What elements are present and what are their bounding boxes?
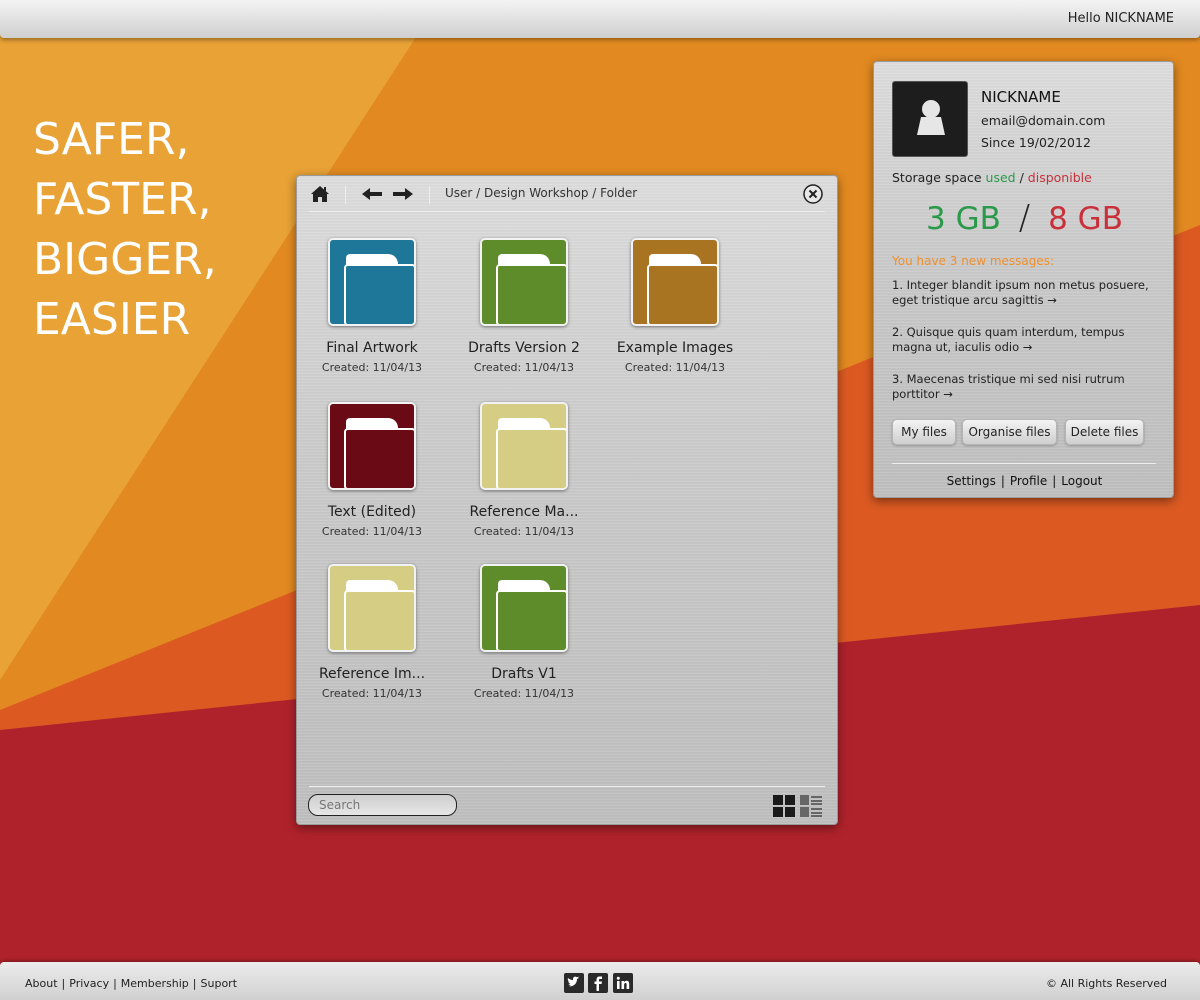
folder-name: Reference Im...	[318, 666, 426, 682]
toolbar-divider	[345, 186, 346, 204]
toolbar-divider-line	[309, 211, 825, 212]
slogan-line: SAFER,	[33, 114, 190, 165]
profile-email: email@domain.com	[981, 113, 1106, 128]
copyright: © All Rights Reserved	[1045, 977, 1167, 990]
folder-date: Created: 11/04/13	[321, 687, 423, 700]
storage-total-value: 8 GB	[1048, 201, 1123, 237]
folder-item[interactable]: Reference Ma... Created: 11/04/13	[449, 402, 599, 538]
folder-icon	[631, 238, 719, 326]
folder-icon	[480, 402, 568, 490]
folder-name: Final Artwork	[326, 340, 418, 356]
user-icon	[917, 100, 945, 135]
folder-name: Drafts V1	[491, 666, 557, 682]
folder-date: Created: 11/04/13	[473, 361, 575, 374]
arrow-right-icon[interactable]	[393, 188, 413, 200]
folder-icon	[328, 238, 416, 326]
folder-item[interactable]: Text (Edited) Created: 11/04/13	[297, 402, 447, 538]
folder-icon	[480, 564, 568, 652]
message-item[interactable]: 1. Integer blandit ipsum non metus posue…	[892, 278, 1162, 308]
folder-icon	[480, 238, 568, 326]
greeting: Hello NICKNAME	[1067, 11, 1174, 26]
profile-divider	[892, 463, 1156, 464]
toolbar-divider	[429, 186, 430, 204]
explorer-toolbar: User / Design Workshop / Folder	[297, 176, 837, 212]
arrow-left-icon[interactable]	[362, 188, 382, 200]
folder-date: Created: 11/04/13	[321, 361, 423, 374]
breadcrumb[interactable]: User / Design Workshop / Folder	[445, 186, 637, 200]
file-explorer-window: User / Design Workshop / Folder Final Ar…	[296, 175, 838, 825]
message-item[interactable]: 3. Maecenas tristique mi sed nisi rutrum…	[892, 372, 1162, 402]
storage-disponible-label: disponible	[1027, 170, 1092, 185]
storage-separator: /	[1019, 170, 1024, 185]
slogan-line: BIGGER,	[33, 234, 217, 285]
support-link[interactable]: Suport	[201, 977, 238, 990]
top-bar: Hello NICKNAME	[0, 0, 1200, 38]
profile-links: Settings | Profile | Logout	[946, 474, 1103, 488]
folder-item[interactable]: Drafts V1 Created: 11/04/13	[449, 564, 599, 700]
twitter-icon[interactable]	[564, 973, 584, 993]
folder-name: Drafts Version 2	[468, 340, 580, 356]
storage-label: Storage space	[892, 170, 982, 185]
folder-date: Created: 11/04/13	[473, 687, 575, 700]
home-icon[interactable]	[311, 186, 329, 202]
storage-used-value: 3 GB	[926, 201, 1001, 237]
privacy-link[interactable]: Privacy	[69, 977, 109, 990]
delete-files-button[interactable]: Delete files	[1065, 419, 1144, 445]
avatar[interactable]	[892, 81, 968, 157]
storage-slash: /	[1018, 198, 1031, 238]
folder-item[interactable]: Drafts Version 2 Created: 11/04/13	[449, 238, 599, 374]
about-link[interactable]: About	[25, 977, 58, 990]
settings-link[interactable]: Settings	[947, 474, 996, 488]
folder-item[interactable]: Example Images Created: 11/04/13	[600, 238, 750, 374]
folder-name: Text (Edited)	[327, 504, 417, 520]
storage-meter: 3 GB / 8 GB	[874, 198, 1175, 238]
folder-item[interactable]: Final Artwork Created: 11/04/13	[297, 238, 447, 374]
storage-used-label: used	[985, 170, 1016, 185]
folder-date: Created: 11/04/13	[321, 525, 423, 538]
organise-files-button[interactable]: Organise files	[962, 419, 1057, 445]
folder-icon	[328, 402, 416, 490]
message-item[interactable]: 2. Quisque quis quam interdum, tempus ma…	[892, 325, 1162, 355]
my-files-button[interactable]: My files	[892, 419, 956, 445]
footer-links: About | Privacy | Membership | Suport	[25, 977, 238, 990]
profile-nickname: NICKNAME	[981, 88, 1061, 106]
logout-link[interactable]: Logout	[1061, 474, 1102, 488]
profile-since: Since 19/02/2012	[981, 135, 1091, 150]
new-messages-heading: You have 3 new messages:	[892, 254, 1055, 268]
folder-date: Created: 11/04/13	[624, 361, 726, 374]
bottom-divider-line	[309, 786, 825, 787]
folder-icon	[328, 564, 416, 652]
profile-link[interactable]: Profile	[1010, 474, 1047, 488]
footer: About | Privacy | Membership | Suport © All Ri…	[0, 962, 1200, 1000]
grid-view-icon[interactable]	[773, 795, 795, 817]
folder-item[interactable]: Reference Im... Created: 11/04/13	[297, 564, 447, 700]
search-input[interactable]	[308, 794, 457, 816]
slogan-line: FASTER,	[33, 174, 212, 225]
facebook-icon[interactable]	[588, 973, 608, 993]
linkedin-icon[interactable]	[613, 973, 633, 993]
folder-date: Created: 11/04/13	[473, 525, 575, 538]
membership-link[interactable]: Membership	[121, 977, 189, 990]
slogan-line: EASIER	[33, 294, 191, 345]
slogan: SAFER, FASTER, BIGGER, EASIER	[33, 110, 217, 350]
close-icon[interactable]	[803, 184, 823, 204]
list-view-icon[interactable]	[800, 795, 822, 817]
profile-panel: NICKNAME email@domain.com Since 19/02/20…	[873, 61, 1174, 498]
folder-name: Reference Ma...	[469, 504, 579, 520]
storage-legend: Storage space used / disponible	[892, 170, 1092, 185]
folder-name: Example Images	[616, 340, 734, 356]
